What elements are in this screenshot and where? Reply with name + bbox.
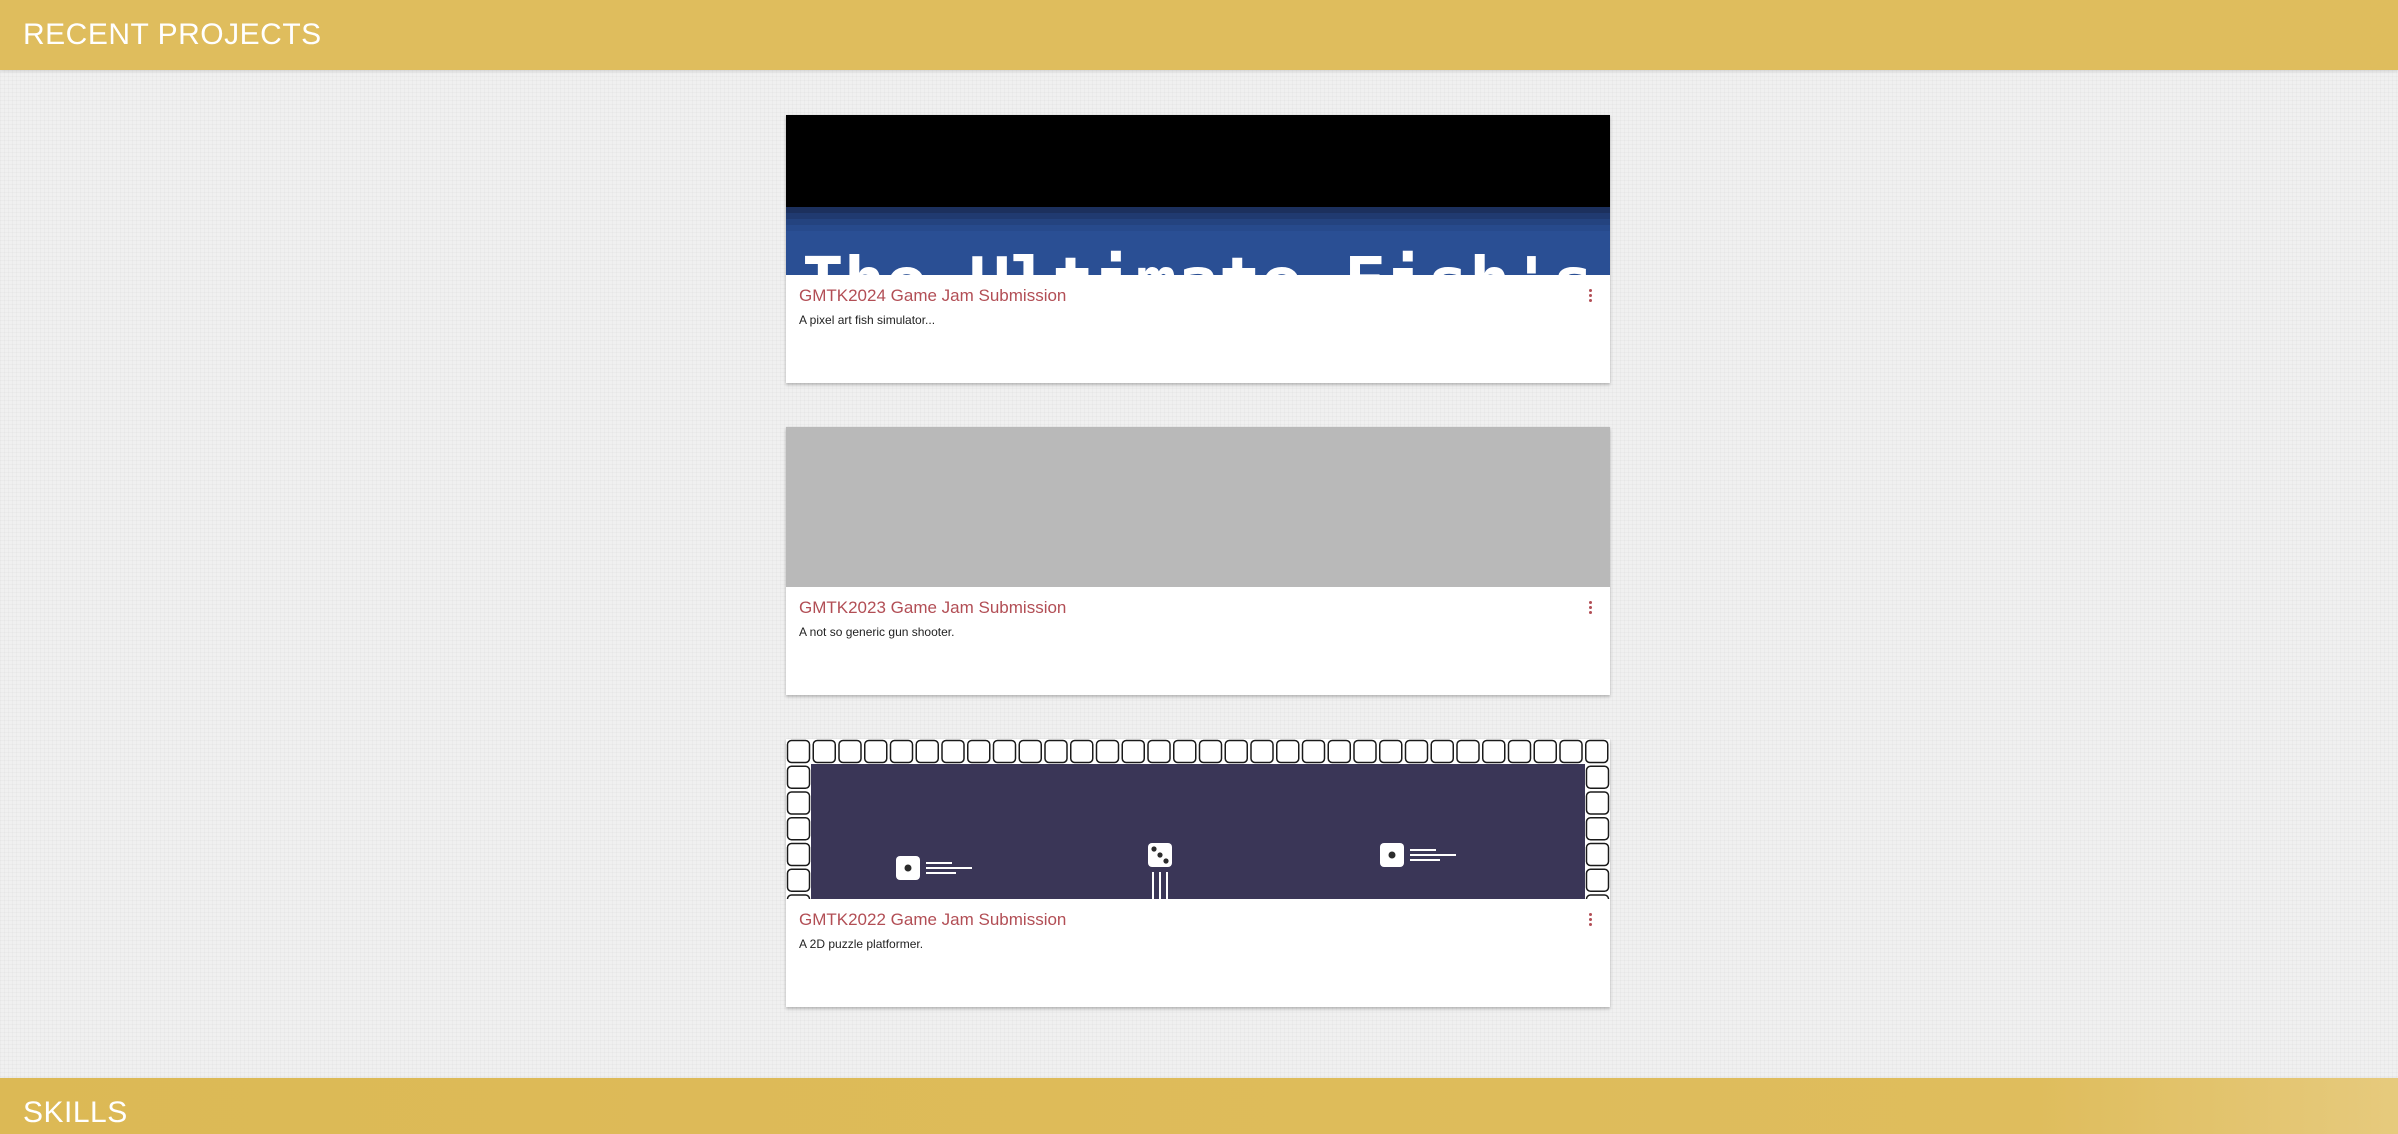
border-tile: [786, 868, 811, 892]
border-tile: [1353, 739, 1377, 764]
border-tile: [967, 739, 991, 764]
more-options-icon[interactable]: [1584, 287, 1596, 303]
border-tile: [864, 739, 888, 764]
project-image-gmtk2024[interactable]: The Ultimate Fish's: [786, 115, 1610, 275]
border-tile: [1044, 739, 1068, 764]
dice-one-icon: [896, 856, 920, 880]
border-tile: [1585, 842, 1610, 867]
border-tile: [1507, 739, 1532, 764]
border-tile: [786, 842, 811, 867]
border-tile: [1018, 739, 1042, 764]
recent-projects-header: RECENT PROJECTS: [0, 0, 2398, 70]
border-tile: [1276, 739, 1300, 764]
more-options-icon[interactable]: [1584, 599, 1596, 615]
project-description: A pixel art fish simulator...: [799, 313, 936, 327]
border-tile: [1585, 868, 1610, 892]
border-tile: [1224, 739, 1248, 764]
skills-title: SKILLS: [23, 1096, 128, 1129]
project-card-gmtk2022[interactable]: GMTK2022 Game Jam Submission A 2D puzzle…: [786, 739, 1610, 1007]
border-tile: [1198, 739, 1223, 764]
project-image-gmtk2022[interactable]: [786, 739, 1610, 899]
project-description: A not so generic gun shooter.: [799, 625, 955, 639]
fish-banner-text: The Ultimate Fish's: [802, 245, 1594, 275]
border-tile: [812, 739, 836, 764]
skills-header: SKILLS: [0, 1078, 2398, 1134]
border-tile: [1559, 739, 1583, 764]
border-tile: [941, 739, 965, 764]
border-tile: [1430, 739, 1454, 764]
border-tile: [838, 739, 862, 764]
border-tile: [1585, 765, 1610, 789]
dice-one-icon: [1380, 843, 1404, 867]
project-image-gmtk2023[interactable]: [786, 427, 1610, 587]
border-tile: [1121, 739, 1145, 764]
border-tile: [915, 739, 939, 764]
border-tile: [1482, 739, 1506, 764]
project-description: A 2D puzzle platformer.: [799, 937, 924, 951]
border-tile: [1585, 739, 1609, 764]
border-tile: [786, 817, 811, 841]
border-tile: [786, 739, 811, 764]
border-tile: [1585, 817, 1610, 841]
project-title[interactable]: GMTK2024 Game Jam Submission: [799, 287, 1066, 304]
border-tile: [1456, 739, 1480, 764]
border-tile: [786, 894, 811, 899]
project-title[interactable]: GMTK2022 Game Jam Submission: [799, 911, 1066, 928]
border-tile: [786, 791, 811, 815]
border-tile: [1404, 739, 1429, 764]
border-tile: [1585, 791, 1610, 815]
border-tile: [1250, 739, 1274, 764]
border-tile: [1301, 739, 1326, 764]
project-title[interactable]: GMTK2023 Game Jam Submission: [799, 599, 1066, 616]
project-card-gmtk2024[interactable]: The Ultimate Fish's GMTK2024 Game Jam Su…: [786, 115, 1610, 383]
border-tile: [992, 739, 1017, 764]
border-tile: [1327, 739, 1351, 764]
border-tile: [1585, 894, 1610, 899]
border-tile: [889, 739, 914, 764]
border-tile: [1379, 739, 1403, 764]
border-tile: [1173, 739, 1197, 764]
border-tile: [1533, 739, 1557, 764]
more-options-icon[interactable]: [1584, 911, 1596, 927]
border-tile: [1095, 739, 1120, 764]
fish-banner-title: The Ultimate Fish's: [802, 245, 1594, 275]
border-tile: [1070, 739, 1094, 764]
border-tile: [1147, 739, 1171, 764]
recent-projects-title: RECENT PROJECTS: [23, 18, 322, 51]
dice-three-icon: [1148, 843, 1172, 867]
project-card-gmtk2023[interactable]: GMTK2023 Game Jam Submission A not so ge…: [786, 427, 1610, 695]
dice-platformer-scene: [786, 739, 1610, 899]
border-tile: [786, 765, 811, 789]
puzzle-background: [811, 764, 1585, 899]
